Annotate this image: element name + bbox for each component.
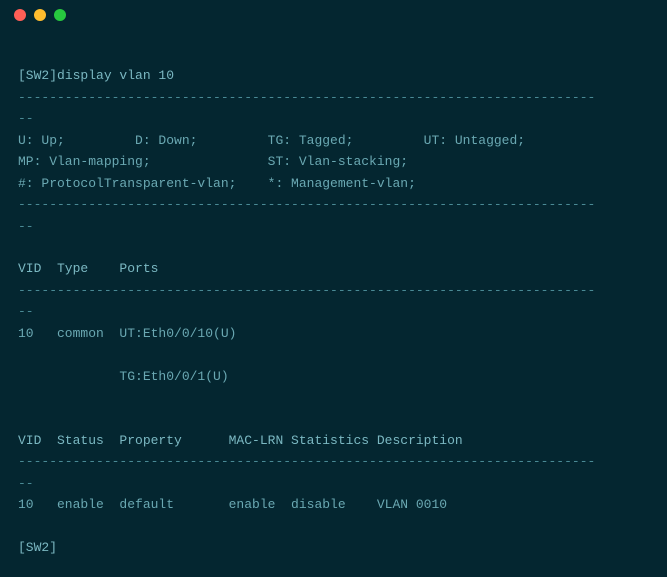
divider-tail: -- [18,111,34,126]
table1-row: TG:Eth0/0/1(U) [18,369,229,384]
divider-line: ----------------------------------------… [18,454,595,469]
maximize-icon[interactable] [54,9,66,21]
table2-header: VID Status Property MAC-LRN Statistics D… [18,433,463,448]
divider-line: ----------------------------------------… [18,197,595,212]
terminal-window: [SW2]display vlan 10 -------------------… [0,0,667,548]
divider-tail: -- [18,304,34,319]
close-icon[interactable] [14,9,26,21]
divider-tail: -- [18,476,34,491]
command-text: display vlan 10 [57,68,174,83]
divider-line: ----------------------------------------… [18,283,595,298]
legend-line-2: MP: Vlan-mapping; ST: Vlan-stacking; [18,154,408,169]
table1-row: 10 common UT:Eth0/0/10(U) [18,326,236,341]
window-titlebar [0,0,667,30]
divider-line: ----------------------------------------… [18,90,595,105]
legend-line-1: U: Up; D: Down; TG: Tagged; UT: Untagged… [18,133,525,148]
table1-header: VID Type Ports [18,261,158,276]
terminal-output: [SW2]display vlan 10 -------------------… [0,30,667,577]
minimize-icon[interactable] [34,9,46,21]
divider-tail: -- [18,219,34,234]
prompt: [SW2] [18,68,57,83]
legend-line-3: #: ProtocolTransparent-vlan; *: Manageme… [18,176,416,191]
table2-row: 10 enable default enable disable VLAN 00… [18,497,447,512]
